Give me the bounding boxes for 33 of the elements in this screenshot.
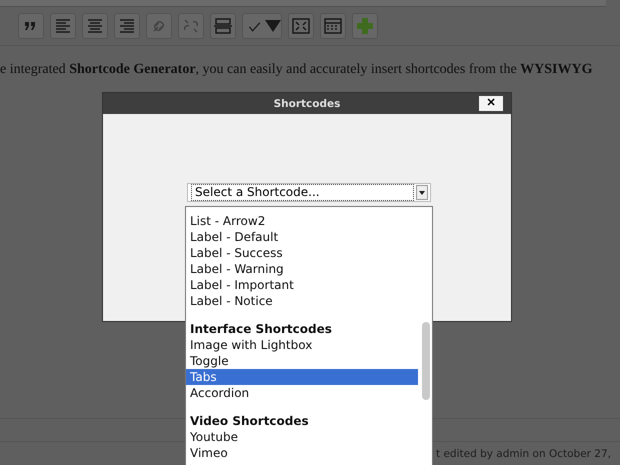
option-group-label: Interface Shortcodes [189, 321, 333, 337]
plus-icon [355, 16, 375, 36]
toolbar-button[interactable] [210, 13, 236, 39]
toolbar-button[interactable] [320, 13, 346, 39]
dropdown-option[interactable]: Label - Success [186, 245, 418, 261]
dropdown-option[interactable]: Toggle [186, 353, 418, 369]
toolbar-button[interactable] [288, 13, 314, 39]
dropdown-option[interactable]: Label - Warning [186, 261, 418, 277]
toolbar-button[interactable] [50, 13, 76, 39]
fullscreen-icon [291, 16, 311, 36]
shortcode-select[interactable]: Select a Shortcode... [187, 183, 431, 202]
toolbar-button[interactable] [114, 13, 140, 39]
dialog-title: Shortcodes [274, 98, 340, 110]
dropdown-option[interactable]: Vimeo [186, 445, 418, 461]
toolbar-button[interactable] [82, 13, 108, 39]
dropdown-option[interactable]: Label - Default [186, 229, 418, 245]
last-edited-text: t edited by admin on October 27, [436, 448, 612, 460]
close-button[interactable]: ✕ [479, 96, 503, 111]
dropdown-option[interactable]: List - Arrow2 [186, 213, 418, 229]
keyboard-icon [323, 16, 343, 36]
dropdown-option[interactable]: Label - Notice [186, 293, 418, 309]
dropdown-option[interactable]: Label - Important [186, 277, 418, 293]
dropdown-option[interactable]: Youtube [186, 429, 418, 445]
toolbar-button[interactable] [242, 13, 282, 39]
paragraph-text: e integrated Shortcode Generator, you can easily and accurately insert shortcodes from the WYSIWYG [0, 62, 594, 78]
toolbar-button[interactable] [18, 13, 44, 39]
option-group-label: Video Shortcodes [189, 413, 310, 429]
dropdown-option[interactable]: Tabs [186, 369, 418, 385]
dropdown-option[interactable]: Accordion [186, 385, 418, 401]
dropdown-option[interactable]: Image with Lightbox [186, 337, 418, 353]
read-more-icon [213, 16, 233, 36]
caret-icon [416, 185, 428, 200]
scrollbar-thumb[interactable] [422, 322, 430, 400]
